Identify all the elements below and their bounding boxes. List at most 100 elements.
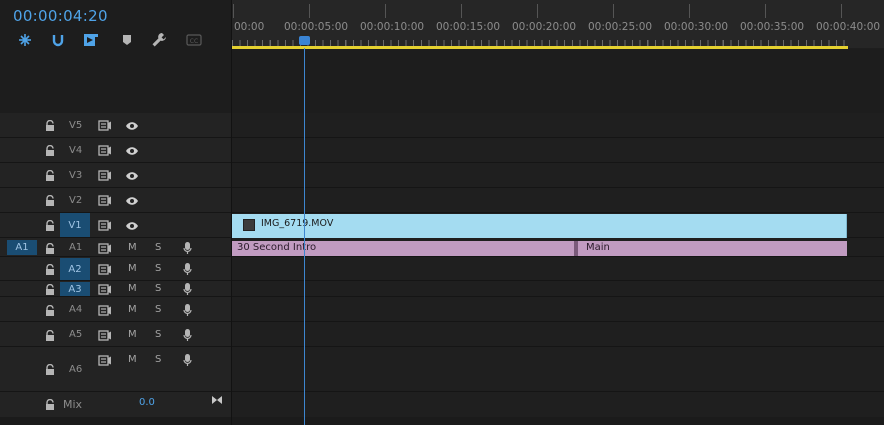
track-target-a3[interactable]: A3 — [60, 282, 90, 296]
eye-icon[interactable] — [125, 194, 139, 208]
solo-button[interactable]: S — [155, 242, 161, 253]
mute-button[interactable]: M — [128, 354, 137, 365]
ruler-major-tick — [461, 4, 462, 18]
linked-selection-icon[interactable] — [50, 32, 66, 48]
add-marker-icon[interactable] — [83, 32, 99, 48]
mix-volume-value[interactable]: 0.0 — [139, 397, 155, 408]
sync-lock-icon[interactable] — [98, 168, 112, 182]
mute-button[interactable]: M — [128, 329, 137, 340]
playhead-line[interactable] — [304, 48, 305, 425]
marker-icon[interactable] — [119, 32, 135, 48]
audio-track-row: A2 M S — [0, 257, 884, 281]
track-label-a4[interactable]: A4 — [69, 304, 82, 315]
solo-button[interactable]: S — [155, 263, 161, 274]
snap-icon[interactable] — [17, 32, 33, 48]
edit-point-icon[interactable] — [574, 241, 578, 256]
mute-button[interactable]: M — [128, 283, 137, 294]
sync-lock-icon[interactable] — [98, 353, 112, 367]
go-to-in-out-icon[interactable] — [210, 393, 224, 407]
ruler-major-tick — [841, 4, 842, 18]
track-label-a1[interactable]: A1 — [69, 242, 82, 253]
ruler-major-tick — [233, 4, 234, 18]
sync-lock-icon[interactable] — [98, 328, 112, 342]
panel-divider — [231, 0, 232, 425]
ruler-tick-label: 00:00:35:00 — [740, 21, 805, 33]
lock-icon[interactable] — [43, 303, 57, 317]
voice-over-mic-icon[interactable] — [180, 353, 194, 367]
voice-over-mic-icon[interactable] — [180, 241, 194, 255]
sync-lock-icon[interactable] — [98, 143, 112, 157]
sync-lock-icon[interactable] — [98, 218, 112, 232]
sync-lock-icon[interactable] — [98, 262, 112, 276]
audio-track-row: A3 M S — [0, 281, 884, 297]
track-label-v5[interactable]: V5 — [69, 120, 82, 131]
mix-label: Mix — [63, 398, 83, 411]
lock-icon[interactable] — [43, 218, 57, 232]
lock-icon[interactable] — [43, 241, 57, 255]
wrench-icon[interactable] — [151, 32, 167, 48]
lock-icon[interactable] — [43, 282, 57, 296]
svg-text:CC: CC — [190, 38, 198, 45]
track-label-v2[interactable]: V2 — [69, 195, 82, 206]
ruler-major-tick — [309, 4, 310, 18]
playhead-handle[interactable] — [299, 36, 310, 45]
ruler-major-tick — [613, 4, 614, 18]
eye-icon[interactable] — [125, 219, 139, 233]
lock-icon[interactable] — [43, 397, 57, 411]
track-label-v3[interactable]: V3 — [69, 170, 82, 181]
eye-icon[interactable] — [125, 119, 139, 133]
voice-over-mic-icon[interactable] — [180, 282, 194, 296]
captions-icon[interactable]: CC — [186, 32, 202, 48]
video-track-row: V5 — [0, 113, 884, 138]
lock-icon[interactable] — [43, 118, 57, 132]
track-label-a6[interactable]: A6 — [69, 364, 82, 375]
ruler-major-tick — [537, 4, 538, 18]
mute-button[interactable]: M — [128, 304, 137, 315]
playhead-timecode[interactable]: 00:00:04:20 — [13, 7, 108, 25]
solo-button[interactable]: S — [155, 329, 161, 340]
audio-track-row: A4 M S — [0, 297, 884, 322]
sync-lock-icon[interactable] — [98, 303, 112, 317]
lock-icon[interactable] — [43, 193, 57, 207]
empty-track-area — [232, 49, 884, 113]
fx-badge-icon — [243, 219, 255, 231]
sync-lock-icon[interactable] — [98, 118, 112, 132]
source-patch-a1[interactable]: A1 — [7, 240, 37, 255]
solo-button[interactable]: S — [155, 354, 161, 365]
ruler-major-tick — [765, 4, 766, 18]
video-clip-name: IMG_6719.MOV — [261, 218, 334, 229]
sync-lock-icon[interactable] — [98, 193, 112, 207]
sync-lock-icon[interactable] — [98, 241, 112, 255]
ruler-major-tick — [385, 4, 386, 18]
eye-icon[interactable] — [125, 144, 139, 158]
audio-clip-main-name: Main — [586, 242, 610, 253]
mute-button[interactable]: M — [128, 263, 137, 274]
video-track-row: V4 — [0, 138, 884, 163]
solo-button[interactable]: S — [155, 283, 161, 294]
track-label-v4[interactable]: V4 — [69, 145, 82, 156]
eye-icon[interactable] — [125, 169, 139, 183]
track-target-v1[interactable]: V1 — [60, 213, 90, 237]
solo-button[interactable]: S — [155, 304, 161, 315]
track-target-a2[interactable]: A2 — [60, 258, 90, 280]
lock-icon[interactable] — [43, 262, 57, 276]
voice-over-mic-icon[interactable] — [180, 303, 194, 317]
audio-track-row: A5 M S — [0, 322, 884, 347]
mute-button[interactable]: M — [128, 242, 137, 253]
lock-icon[interactable] — [43, 143, 57, 157]
lock-icon[interactable] — [43, 328, 57, 342]
voice-over-mic-icon[interactable] — [180, 262, 194, 276]
mix-track-row: Mix 0.0 — [0, 392, 884, 417]
voice-over-mic-icon[interactable] — [180, 328, 194, 342]
ruler-tick-label: 00:00 — [234, 21, 265, 33]
audio-clip-group[interactable]: 30 Second Intro Main — [232, 241, 847, 256]
ruler-tick-label: 00:00:15:00 — [436, 21, 501, 33]
video-track-row: V3 — [0, 163, 884, 188]
ruler-tick-label: 00:00:40:00 — [816, 21, 881, 33]
lock-icon[interactable] — [43, 362, 57, 376]
timeline-bottom-strip — [0, 417, 884, 425]
video-clip[interactable]: IMG_6719.MOV — [232, 214, 847, 238]
lock-icon[interactable] — [43, 168, 57, 182]
sync-lock-icon[interactable] — [98, 282, 112, 296]
track-label-a5[interactable]: A5 — [69, 329, 82, 340]
